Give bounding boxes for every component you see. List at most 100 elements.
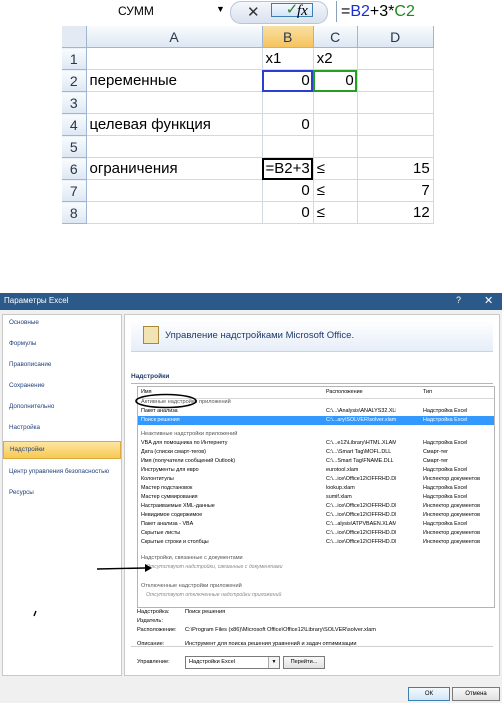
name-box[interactable]: СУММ ▼ — [88, 2, 238, 21]
name-box-dropdown-icon[interactable]: ▼ — [216, 4, 225, 14]
row-header[interactable]: 8 — [62, 201, 87, 224]
list-item[interactable]: Скрытые строки и столбцы C:\...ice\Office… — [138, 538, 494, 547]
close-icon[interactable]: ✕ — [484, 294, 493, 307]
cell-a1[interactable] — [86, 47, 263, 70]
cell-c6[interactable]: ≤ — [313, 157, 358, 180]
cell-a4[interactable]: целевая функция — [86, 113, 263, 136]
list-header: Имя Расположение Тип — [138, 387, 494, 399]
section-title: Надстройки — [131, 373, 493, 384]
row-header[interactable]: 1 — [62, 47, 87, 70]
list-item[interactable]: Невидимое содержимое C:\...ice\Office12\O… — [138, 511, 494, 520]
formula-input[interactable]: =B2+3*C2 — [336, 1, 502, 22]
addins-list[interactable]: Имя Расположение Тип Активные надстройки… — [137, 386, 495, 608]
row-header[interactable]: 5 — [62, 135, 87, 158]
name-box-value: СУММ — [118, 4, 154, 18]
cancel-button[interactable]: Отмена — [452, 687, 500, 701]
row-header[interactable]: 3 — [62, 91, 87, 114]
list-item[interactable]: Пакет анализа C:\...\Analysis\ANALYS32.X… — [138, 407, 494, 416]
select-all-corner[interactable] — [62, 26, 87, 48]
list-item[interactable]: Пакет анализа - VBA C:\...alysis\ATPVBAEN… — [138, 520, 494, 529]
group-active: Активные надстройки приложений — [141, 399, 231, 405]
cell-d6[interactable]: 15 — [357, 157, 434, 180]
ok-button[interactable]: ОК — [408, 687, 450, 701]
manage-select-value: Надстройки Excel — [189, 659, 235, 665]
col-header-type[interactable]: Тип — [423, 388, 494, 397]
sheet-row: 4 целевая функция 0 — [62, 113, 434, 136]
list-item[interactable]: Имя (получатели сообщений Outlook) C:\...… — [138, 457, 494, 466]
row-header[interactable]: 4 — [62, 113, 87, 136]
cell-d1[interactable] — [357, 47, 434, 70]
list-item[interactable]: Дата (списки смарт-тегов) C:\...\Smart Ta… — [138, 448, 494, 457]
cell-d7[interactable]: 7 — [357, 179, 434, 202]
nav-item-trust-center[interactable]: Центр управления безопасностью — [3, 464, 121, 480]
nav-item-formulas[interactable]: Формулы — [3, 336, 121, 352]
cell-c7[interactable]: ≤ — [313, 179, 358, 202]
list-item-selected[interactable]: Поиск решения C:\...ary\SOLVER\solver.xl… — [138, 416, 494, 425]
banner-title: Управление надстройками Microsoft Office… — [165, 330, 355, 341]
group-inactive: Неактивные надстройки приложений — [141, 431, 238, 437]
cell-b3[interactable] — [262, 91, 314, 114]
cell-d2[interactable] — [357, 69, 434, 92]
list-item[interactable]: VBA для помощника по Интернету C:\...e12\… — [138, 439, 494, 448]
manage-label: Управление: — [137, 659, 170, 665]
list-item[interactable]: Скрытые листы C:\...ice\Office12\OFFRHD.D… — [138, 529, 494, 538]
chevron-down-icon[interactable]: ▼ — [268, 657, 279, 668]
cell-b8[interactable]: 0 — [262, 201, 314, 224]
excel-options-dialog: Параметры Excel ? ✕ Основные Формулы Пра… — [0, 293, 502, 703]
cell-b5[interactable] — [262, 135, 314, 158]
nav-item-save[interactable]: Сохранение — [3, 378, 121, 394]
cell-d5[interactable] — [357, 135, 434, 158]
cell-a7[interactable] — [86, 179, 263, 202]
col-header-name[interactable]: Имя — [141, 388, 321, 397]
cell-c4[interactable] — [313, 113, 358, 136]
nav-item-resources[interactable]: Ресурсы — [3, 485, 121, 501]
manage-select[interactable]: Надстройки Excel ▼ — [185, 656, 280, 669]
cell-c2[interactable]: 0 — [313, 69, 358, 92]
list-item[interactable]: Инструменты для евро eurotool.xlam Надстро… — [138, 466, 494, 475]
list-item[interactable]: Настраиваемые XML-данные C:\...ice\Office… — [138, 502, 494, 511]
cell-a6[interactable]: ограничения — [86, 157, 263, 180]
row-header[interactable]: 7 — [62, 179, 87, 202]
list-item[interactable]: Мастер подстановок lookup.xlam Надстройка … — [138, 484, 494, 493]
cell-c1[interactable]: x2 — [313, 47, 358, 70]
cancel-icon[interactable]: ✕ — [247, 3, 260, 21]
list-item[interactable]: Колонтитулы C:\...ice\Office12\OFFRHD.DLL… — [138, 475, 494, 484]
nav-item-advanced[interactable]: Дополнительно — [3, 399, 121, 415]
nav-item-addins[interactable]: Надстройки — [3, 441, 121, 459]
cell-d8[interactable]: 12 — [357, 201, 434, 224]
cell-b7[interactable]: 0 — [262, 179, 314, 202]
column-header-a[interactable]: A — [86, 26, 263, 48]
nav-item-proofing[interactable]: Правописание — [3, 357, 121, 373]
help-icon[interactable]: ? — [456, 295, 461, 305]
cell-c8[interactable]: ≤ — [313, 201, 358, 224]
cell-a5[interactable] — [86, 135, 263, 158]
cell-a8[interactable] — [86, 201, 263, 224]
cell-b2[interactable]: 0 — [262, 69, 314, 92]
cell-c3[interactable] — [313, 91, 358, 114]
go-button[interactable]: Перейти... — [283, 656, 325, 669]
cell-d4[interactable] — [357, 113, 434, 136]
column-header-d[interactable]: D — [357, 26, 434, 48]
formula-bar: СУММ ▼ ✕ ✓ fx =B2+3*C2 — [88, 0, 502, 24]
cell-c5[interactable] — [313, 135, 358, 158]
cell-a3[interactable] — [86, 91, 263, 114]
list-item[interactable]: Мастер суммирования sumif.xlam Надстройка … — [138, 493, 494, 502]
insert-function-icon[interactable]: fx — [297, 3, 308, 20]
col-header-location[interactable]: Расположение — [326, 388, 396, 397]
addins-banner: Управление надстройками Microsoft Office… — [131, 319, 493, 352]
cell-d3[interactable] — [357, 91, 434, 114]
column-header-b[interactable]: B — [262, 26, 314, 48]
row-header[interactable]: 6 — [62, 157, 87, 180]
row-header[interactable]: 2 — [62, 69, 87, 92]
column-header-c[interactable]: C — [313, 26, 358, 48]
detail-location-value: C:\Program Files (x86)\Microsoft Office\… — [185, 627, 376, 633]
sheet-row: 3 — [62, 91, 434, 114]
formula-eq: = — [341, 3, 351, 20]
cell-b6-active[interactable]: =B2+3 — [262, 157, 314, 180]
sheet-row: 2 переменные 0 0 — [62, 69, 434, 92]
cell-b1[interactable]: x1 — [262, 47, 314, 70]
nav-item-general[interactable]: Основные — [3, 315, 121, 331]
cell-a2[interactable]: переменные — [86, 69, 263, 92]
cell-b4[interactable]: 0 — [262, 113, 314, 136]
nav-item-customize[interactable]: Настройка — [3, 420, 121, 436]
